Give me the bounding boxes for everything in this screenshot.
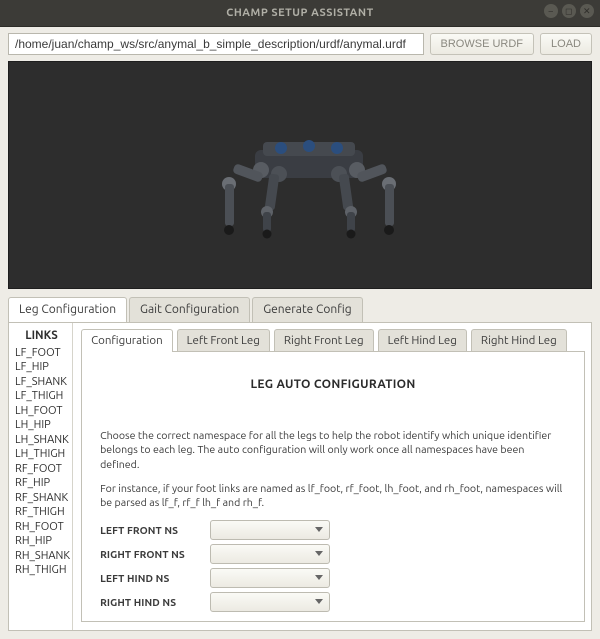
combo-right-front-ns[interactable]	[210, 544, 330, 564]
configuration-subpanel: LEG AUTO CONFIGURATION Choose the correc…	[81, 351, 585, 622]
load-button[interactable]: LOAD	[540, 33, 592, 55]
list-item[interactable]: RH_FOOT	[15, 520, 70, 535]
row-left-hind-ns: LEFT HIND NS	[100, 568, 566, 588]
tab-right-front-leg[interactable]: Right Front Leg	[274, 329, 374, 352]
chevron-down-icon	[315, 575, 323, 580]
list-item[interactable]: LH_THIGH	[15, 447, 70, 462]
list-item[interactable]: LH_SHANK	[15, 433, 70, 448]
close-icon[interactable]: ✕	[580, 4, 594, 18]
auto-config-desc-1: Choose the correct namespace for all the…	[100, 429, 566, 472]
chevron-down-icon	[315, 551, 323, 556]
list-item[interactable]: RH_SHANK	[15, 549, 70, 564]
list-item[interactable]: RF_SHANK	[15, 491, 70, 506]
inner-tabs: Configuration Left Front Leg Right Front…	[81, 329, 585, 352]
list-item[interactable]: LF_FOOT	[15, 346, 70, 361]
combo-right-hind-ns[interactable]	[210, 592, 330, 612]
robot-3d-viewer[interactable]	[8, 61, 592, 289]
leg-config-panel: LINKS LF_FOOTLF_HIPLF_SHANKLF_THIGHLH_FO…	[8, 322, 592, 631]
tab-gait-configuration[interactable]: Gait Configuration	[129, 297, 250, 322]
list-item[interactable]: RF_THIGH	[15, 505, 70, 520]
auto-config-desc-2: For instance, if your foot links are nam…	[100, 482, 566, 511]
list-item[interactable]: LH_FOOT	[15, 404, 70, 419]
tab-right-hind-leg[interactable]: Right Hind Leg	[471, 329, 567, 352]
list-item[interactable]: LF_SHANK	[15, 375, 70, 390]
label-right-hind-ns: RIGHT HIND NS	[100, 596, 210, 608]
combo-left-front-ns[interactable]	[210, 520, 330, 540]
window-title: CHAMP SETUP ASSISTANT	[226, 7, 373, 19]
list-item[interactable]: RH_THIGH	[15, 563, 70, 578]
tab-left-front-leg[interactable]: Left Front Leg	[177, 329, 270, 352]
robot-render	[9, 62, 591, 289]
list-item[interactable]: RF_FOOT	[15, 462, 70, 477]
window-body: BROWSE URDF LOAD	[0, 26, 600, 639]
list-item[interactable]: LF_HIP	[15, 360, 70, 375]
maximize-icon[interactable]: ◻	[562, 4, 576, 18]
top-row: BROWSE URDF LOAD	[8, 33, 592, 55]
tab-configuration[interactable]: Configuration	[81, 329, 173, 352]
chevron-down-icon	[315, 599, 323, 604]
chevron-down-icon	[315, 527, 323, 532]
label-left-front-ns: LEFT FRONT NS	[100, 524, 210, 536]
list-item[interactable]: LF_THIGH	[15, 389, 70, 404]
links-column: LINKS LF_FOOTLF_HIPLF_SHANKLF_THIGHLH_FO…	[9, 323, 73, 630]
links-list[interactable]: LF_FOOTLF_HIPLF_SHANKLF_THIGHLH_FOOTLH_H…	[13, 346, 70, 578]
list-item[interactable]: RH_HIP	[15, 534, 70, 549]
auto-config-title: LEG AUTO CONFIGURATION	[100, 378, 566, 391]
tab-left-hind-leg[interactable]: Left Hind Leg	[378, 329, 467, 352]
list-item[interactable]: RF_HIP	[15, 476, 70, 491]
list-item[interactable]: LH_HIP	[15, 418, 70, 433]
outer-tabs: Leg Configuration Gait Configuration Gen…	[8, 297, 592, 322]
row-right-front-ns: RIGHT FRONT NS	[100, 544, 566, 564]
row-left-front-ns: LEFT FRONT NS	[100, 520, 566, 540]
urdf-path-input[interactable]	[8, 33, 424, 55]
combo-left-hind-ns[interactable]	[210, 568, 330, 588]
browse-urdf-button[interactable]: BROWSE URDF	[430, 33, 535, 55]
window-controls: – ◻ ✕	[544, 4, 594, 18]
tab-leg-configuration[interactable]: Leg Configuration	[8, 297, 127, 322]
label-right-front-ns: RIGHT FRONT NS	[100, 548, 210, 560]
titlebar: CHAMP SETUP ASSISTANT – ◻ ✕	[0, 0, 600, 26]
links-title: LINKS	[13, 327, 70, 346]
label-left-hind-ns: LEFT HIND NS	[100, 572, 210, 584]
right-column: Configuration Left Front Leg Right Front…	[73, 323, 591, 630]
tab-generate-config[interactable]: Generate Config	[252, 297, 362, 322]
minimize-icon[interactable]: –	[544, 4, 558, 18]
row-right-hind-ns: RIGHT HIND NS	[100, 592, 566, 612]
